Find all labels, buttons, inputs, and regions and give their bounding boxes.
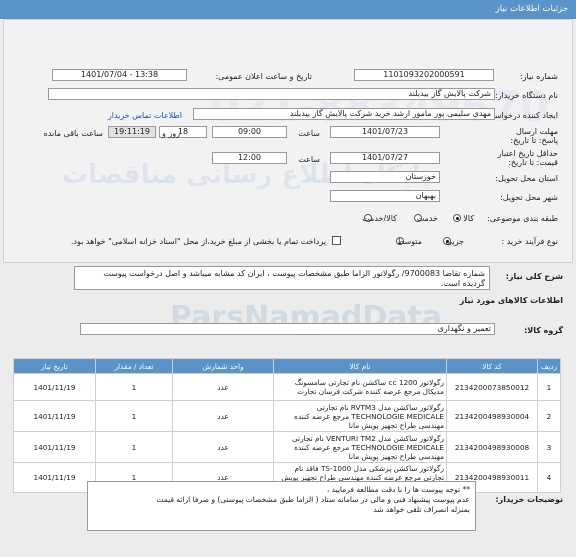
goods-qty: 1	[95, 373, 173, 401]
category-label: طبقه بندی موضوعی:	[487, 214, 558, 223]
goods-name: رگولاتور cc 1200 ساکشن نام تجارتی سامسون…	[273, 373, 447, 401]
validity-time-field: 12:00	[212, 152, 287, 164]
buyer-notes-line: عدم پیوست پیشنهاد فنی و مالی در سامانه س…	[156, 495, 470, 504]
buyer-notes-line: بمنزله انصراف تلقی خواهد شد	[373, 505, 470, 514]
buyer-notes-line: ** توجه پیوست ها را با دقت مطالعه فرمایی…	[326, 485, 470, 494]
goods-code: 2134200498930004	[446, 400, 538, 432]
goods-date: 1401/11/19	[13, 462, 96, 493]
goods-table: ردیف کد کالا نام کالا واحد شمارش تعداد /…	[13, 358, 561, 493]
goods-name: رگولاتور ساکشن مدل VENTURI TM2 نام تجارت…	[273, 431, 447, 463]
deadline-time-label: ساعت	[298, 129, 320, 138]
col-date: تاریخ نیاز	[13, 358, 96, 374]
days-label: روز و	[162, 129, 180, 138]
goods-code: 2134200073850012	[446, 373, 538, 401]
row-index: 2	[537, 400, 561, 432]
table-row: 3 2134200498930008 رگولاتور ساکشن مدل VE…	[13, 431, 561, 463]
details-panel	[3, 19, 573, 263]
table-row: 1 2134200073850012 رگولاتور cc 1200 ساکش…	[13, 373, 561, 401]
treasury-payment-checkbox[interactable]	[332, 236, 341, 245]
goods-section-title: اطلاعات کالاهای مورد نیاز	[459, 296, 563, 305]
description-text: شماره تقاضا 9700083/ رگولاتور الزاما طبق…	[74, 266, 490, 290]
validity-date-field: 1401/07/27	[330, 152, 440, 164]
description-label: شرح کلی نیاز:	[505, 272, 563, 281]
goods-table-header: ردیف کد کالا نام کالا واحد شمارش تعداد /…	[13, 358, 561, 374]
row-index: 3	[537, 431, 561, 463]
col-row: ردیف	[537, 358, 561, 374]
buyer-field: شرکت پالایش گاز بیدبلند	[48, 88, 495, 100]
buyer-label: نام دستگاه خریدار:	[495, 91, 558, 100]
goods-group-label: گروه کالا:	[524, 326, 563, 335]
deadline-time-field: 09:00	[212, 126, 287, 138]
buyer-contact-link[interactable]: اطلاعات تماس خریدار	[108, 111, 182, 120]
col-name: نام کالا	[273, 358, 447, 374]
creator-label: ایجاد کننده درخواست:	[484, 111, 558, 120]
treasury-payment-label: پرداخت تمام یا بخشی از مبلغ خرید،از محل …	[70, 237, 326, 246]
goods-qty: 1	[95, 431, 173, 463]
goods-code: 2134200498930008	[446, 431, 538, 463]
goods-name: رگولاتور ساکشن مدل RVTM3 نام تجارتی TECH…	[273, 400, 447, 432]
category-goods-label: کالا	[463, 214, 474, 223]
col-code: کد کالا	[446, 358, 538, 374]
table-row: 2 2134200498930004 رگولاتور ساکشن مدل RV…	[13, 400, 561, 432]
goods-unit: عدد	[172, 431, 274, 463]
announce-field: 1401/07/04 - 13:38	[52, 69, 187, 81]
validity-time-label: ساعت	[298, 155, 320, 164]
goods-unit: عدد	[172, 400, 274, 432]
process-medium-label: متوسط	[396, 237, 422, 246]
province-label: استان محل تحویل:	[495, 174, 558, 183]
buyer-notes-label: توضیحات خریدار:	[495, 495, 563, 504]
validity-label: حداقل تاریخ اعتبار قیمت: تا تاریخ:	[497, 149, 558, 167]
col-qty: تعداد / مقدار	[95, 358, 173, 374]
goods-group-field: تعمیر و نگهداری	[80, 323, 495, 335]
category-goods-radio[interactable]	[453, 214, 461, 222]
goods-unit: عدد	[172, 373, 274, 401]
deadline-date-field: 1401/07/23	[330, 126, 440, 138]
goods-date: 1401/11/19	[13, 431, 96, 463]
city-field: بهبهان	[330, 190, 440, 202]
buyer-notes-box: ** توجه پیوست ها را با دقت مطالعه فرمایی…	[87, 481, 476, 531]
goods-qty: 1	[95, 400, 173, 432]
need-number-field: 1101093202000591	[354, 69, 494, 81]
need-number-label: شماره نیاز:	[520, 72, 558, 81]
goods-date: 1401/11/19	[13, 400, 96, 432]
page-header: جزئیات اطلاعات نیاز	[0, 0, 576, 19]
page-title: جزئیات اطلاعات نیاز	[495, 4, 568, 14]
process-label: نوع فرآیند خرید :	[501, 237, 558, 246]
creator-field: مهدی سلیمی پور مامور ارشد خرید شرکت پالا…	[193, 108, 495, 120]
process-minor-label: جزیی	[445, 237, 464, 246]
category-both-label: کالا/خدمت	[362, 214, 397, 223]
announce-label: تاریخ و ساعت اعلان عمومی:	[215, 72, 312, 81]
category-service-label: خدمت	[416, 214, 438, 223]
city-label: شهر محل تحویل:	[500, 193, 558, 202]
row-index: 1	[537, 373, 561, 401]
deadline-label: مهلت ارسال پاسخ: تا تاریخ:	[510, 127, 558, 145]
remaining-time-field: 19:11:19	[108, 126, 156, 138]
remaining-label: ساعت باقی مانده	[43, 129, 103, 138]
col-unit: واحد شمارش	[172, 358, 274, 374]
goods-date: 1401/11/19	[13, 373, 96, 401]
row-index: 4	[537, 462, 561, 493]
province-field: خوزستان	[330, 171, 440, 183]
